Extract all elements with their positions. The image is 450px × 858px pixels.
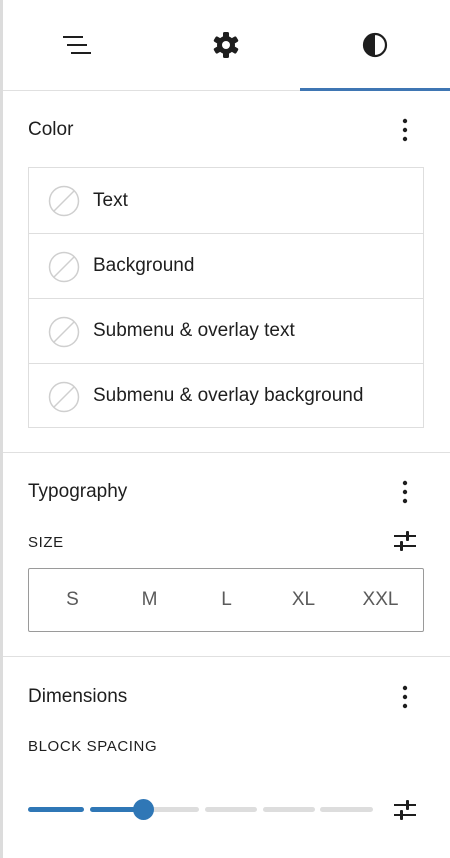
slider-step[interactable] [28,807,84,812]
font-size-option-m[interactable]: M [111,569,188,631]
empty-color-swatch-icon [48,185,80,217]
panel-left-border [0,0,3,858]
tab-settings[interactable] [151,0,300,90]
section-divider [3,656,450,657]
color-item-label: Background [93,255,195,276]
color-item-submenu-text[interactable]: Submenu & overlay text [29,298,423,363]
color-item-background[interactable]: Background [29,233,423,298]
slider-step[interactable] [205,807,257,812]
color-item-submenu-background[interactable]: Submenu & overlay background [29,363,423,428]
settings-sliders-icon [394,800,416,820]
color-item-label: Submenu & overlay background [93,385,364,406]
tab-styles[interactable] [300,0,450,91]
empty-color-swatch-icon [48,316,80,348]
font-size-option-l[interactable]: L [188,569,265,631]
slider-step[interactable] [263,807,315,812]
typography-options-button[interactable] [393,477,417,507]
sidebar-tabs [3,0,450,91]
block-spacing-label: BLOCK SPACING [28,738,158,755]
more-vertical-icon [402,118,408,142]
slider-thumb[interactable] [133,799,154,820]
more-vertical-icon [402,685,408,709]
dimensions-section-title: Dimensions [28,686,128,707]
dimensions-options-button[interactable] [393,682,417,712]
empty-color-swatch-icon [48,381,80,413]
font-size-option-s[interactable]: S [34,569,111,631]
more-vertical-icon [402,480,408,504]
list-view-icon [63,36,91,54]
size-custom-toggle-button[interactable] [391,527,419,555]
color-list: Text Background Submenu & overlay text S… [28,167,424,428]
slider-step[interactable] [147,807,199,812]
font-size-toggle-group: S M L XL XXL [28,568,424,632]
font-size-option-xxl[interactable]: XXL [342,569,419,631]
slider-step[interactable] [320,807,373,812]
color-item-label: Submenu & overlay text [93,320,295,341]
section-divider [3,452,450,453]
empty-color-swatch-icon [48,251,80,283]
spacing-custom-toggle-button[interactable] [391,796,419,824]
size-label: SIZE [28,534,64,551]
color-item-label: Text [93,189,128,211]
settings-sliders-icon [394,531,416,551]
color-options-button[interactable] [393,115,417,145]
tab-list-view[interactable] [3,0,151,90]
color-section-title: Color [28,119,74,140]
color-item-text[interactable]: Text [29,168,423,233]
gear-icon [213,32,238,58]
font-size-option-xl[interactable]: XL [265,569,342,631]
half-circle-contrast-icon [362,32,388,58]
typography-section-title: Typography [28,481,128,502]
